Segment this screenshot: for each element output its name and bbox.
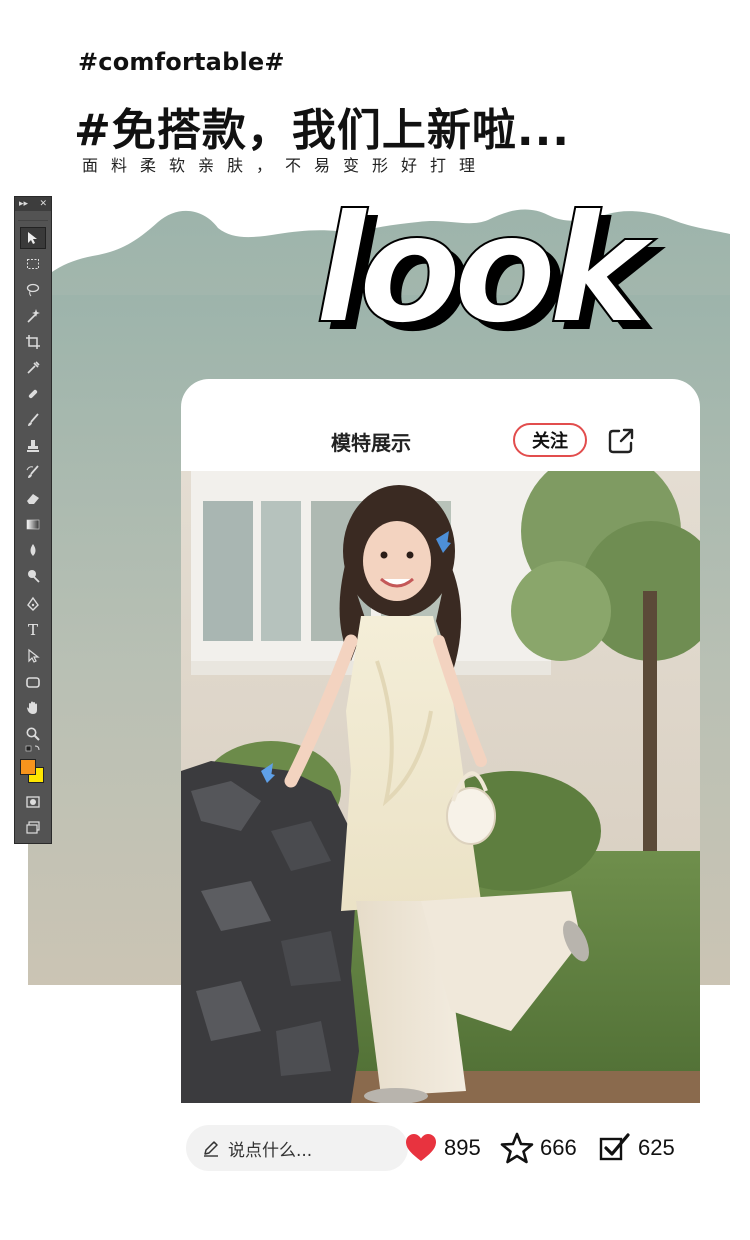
comment-input[interactable]: 说点什么... <box>186 1125 408 1171</box>
gradient-tool-icon[interactable] <box>20 513 46 535</box>
share-count: 625 <box>638 1135 675 1160</box>
screen-mode-icon[interactable] <box>20 817 46 839</box>
blur-tool-icon[interactable] <box>20 539 46 561</box>
palette-header: ▸▸ ✕ <box>15 197 51 211</box>
hand-tool-icon[interactable] <box>20 697 46 719</box>
pen-tool-icon[interactable] <box>20 593 46 615</box>
clone-stamp-icon[interactable] <box>20 435 46 457</box>
comment-placeholder: 说点什么... <box>228 1140 313 1161</box>
move-tool-icon[interactable] <box>20 227 46 249</box>
card-title: 模特展示 <box>331 431 411 455</box>
heart-icon[interactable] <box>404 1131 438 1165</box>
eraser-tool-icon[interactable] <box>20 487 46 509</box>
star-icon[interactable] <box>500 1131 534 1165</box>
share-stat[interactable]: 625 <box>598 1128 675 1168</box>
like-stat[interactable]: 895 <box>404 1128 481 1168</box>
favorite-stat[interactable]: 666 <box>500 1128 577 1168</box>
like-count: 895 <box>444 1135 481 1160</box>
type-tool-icon[interactable]: T <box>20 619 46 641</box>
crop-tool-icon[interactable] <box>20 331 46 353</box>
brush-tool-icon[interactable] <box>20 409 46 431</box>
eyedropper-icon[interactable] <box>20 357 46 379</box>
subheadline: 面料柔软亲肤，不易变形好打理 <box>82 156 489 175</box>
pencil-icon <box>204 1141 218 1157</box>
tool-palette: ▸▸ ✕ T <box>14 196 52 844</box>
healing-brush-icon[interactable] <box>20 383 46 405</box>
palette-grip[interactable] <box>18 211 48 221</box>
swap-colors-icon[interactable] <box>20 743 46 757</box>
quick-mask-icon[interactable] <box>20 791 46 813</box>
marquee-tool-icon[interactable] <box>20 253 46 275</box>
path-select-icon[interactable] <box>20 645 46 667</box>
model-photo[interactable] <box>181 471 700 1103</box>
history-brush-icon[interactable] <box>20 461 46 483</box>
magic-wand-icon[interactable] <box>20 305 46 327</box>
close-icon[interactable]: ✕ <box>39 197 47 211</box>
look-title: look look <box>314 183 735 365</box>
checkbox-icon[interactable] <box>598 1131 632 1165</box>
collapse-icon[interactable]: ▸▸ <box>19 197 28 211</box>
favorite-count: 666 <box>540 1135 577 1160</box>
foreground-color-swatch[interactable] <box>20 759 36 775</box>
headline: #免搭款，我们上新啦... <box>74 105 571 156</box>
shape-tool-icon[interactable] <box>20 671 46 693</box>
dodge-tool-icon[interactable] <box>20 565 46 587</box>
hashtag-label: #comfortable# <box>78 48 285 76</box>
lasso-tool-icon[interactable] <box>20 279 46 301</box>
share-icon[interactable] <box>607 427 635 455</box>
model-card: 模特展示 关注 <box>181 379 700 1103</box>
follow-button[interactable]: 关注 <box>513 423 587 457</box>
look-text: look <box>314 183 649 357</box>
